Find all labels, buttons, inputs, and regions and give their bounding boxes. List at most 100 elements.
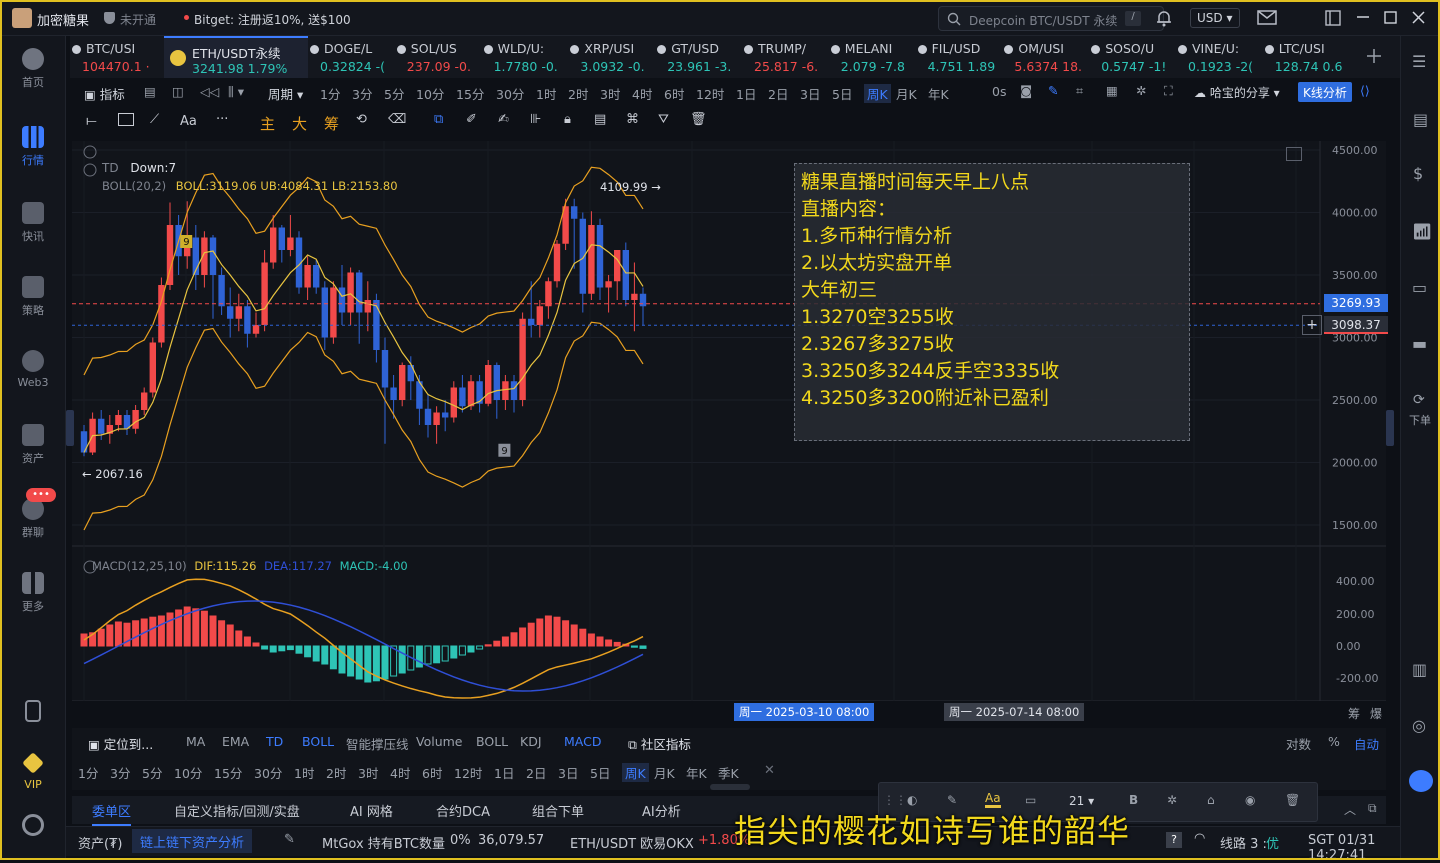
main-chart-button[interactable]: 主 [260,113,275,134]
onchain-analysis-link[interactable]: 链上链下资产分析 [132,829,253,853]
sidebar-item-news[interactable]: 快讯 [0,202,66,244]
indicator-item[interactable]: MA [186,734,205,749]
add-tab-icon[interactable] [1367,49,1381,63]
timeframe2-11[interactable]: 12时 [454,763,482,782]
edit-status-icon[interactable]: ✎ [284,832,295,847]
save-icon[interactable]: ▦ [1106,83,1118,98]
monitor-icon[interactable]: ▭ [1412,278,1427,297]
camera-icon[interactable]: ◙ [1020,83,1032,98]
ticker-tab[interactable]: FIL/USD 4.751 1.89 [916,36,1002,78]
ticker-tab[interactable]: LTC/USI 128.74 0.6 [1263,36,1349,78]
candle-body[interactable] [510,381,518,400]
layout-panel-icon[interactable]: ▥ [1412,660,1427,679]
crop-icon[interactable]: ⌗ [1076,83,1083,99]
trash-tool-icon[interactable]: 🗑︎ [690,112,707,127]
user-status[interactable]: 未开通 [120,11,156,28]
timeframe-6[interactable]: 1时 [536,84,556,103]
indicator-item[interactable]: EMA [222,734,249,749]
indicator-item[interactable]: KDJ [520,734,542,749]
candle-body[interactable] [588,225,595,294]
timeframe2-3[interactable]: 10分 [174,763,202,782]
delete-panel-icon[interactable]: 🗑︎ [1285,793,1300,807]
bottom-tab[interactable]: 合约DCA [436,801,490,820]
right-collapse-tab[interactable] [1386,410,1394,446]
timeframe2-15[interactable]: 5日 [590,763,610,782]
note-tool-icon[interactable]: ▤ [594,112,606,127]
candle-body[interactable] [227,306,234,319]
candle-body[interactable] [347,272,354,313]
bottom-tab[interactable]: 组合下单 [532,801,584,820]
candle-body[interactable] [605,281,612,288]
candle-body[interactable] [442,412,449,418]
chip-button[interactable]: 筹 [324,113,339,134]
candle-body[interactable] [287,237,294,251]
candle-body[interactable] [141,392,148,411]
document-icon[interactable]: ▤ [1413,110,1428,129]
more-tools-icon[interactable]: ··· [216,112,228,127]
timeframe-13[interactable]: 2日 [768,84,788,103]
timeframe-4[interactable]: 15分 [456,84,484,103]
close-icon[interactable] [1412,11,1425,24]
lock-panel-icon[interactable]: ⌂ [1207,793,1215,807]
bottom-tab[interactable]: AI 网格 [350,801,393,820]
minimize-icon[interactable] [1356,10,1370,24]
text-tool-button[interactable]: Aa [180,114,197,129]
timeframe-5[interactable]: 30分 [496,84,524,103]
candle-body[interactable] [553,243,561,282]
ticker-tab[interactable]: WLD/U: 1.7780 -0. [482,36,568,78]
ticker-tab[interactable]: SOL/US 237.09 -0. [395,36,481,78]
popout-panel-icon[interactable]: ⧉ [1368,801,1377,816]
timeframe-2[interactable]: 5分 [384,84,404,103]
candle-body[interactable] [459,387,466,407]
timeframe2-8[interactable]: 3时 [358,763,378,782]
promo-text[interactable]: Bitget: 注册返10%, 送$100 [194,11,351,28]
timeframe-15[interactable]: 5日 [832,84,852,103]
candle-body[interactable] [244,306,251,334]
indicator-item[interactable]: BOLL [302,734,334,749]
candle-body[interactable] [209,237,217,276]
timeframe-8[interactable]: 3时 [600,84,620,103]
filter-tool-icon[interactable]: ⛛ [658,112,669,127]
ticker-tab[interactable]: ETH/USDT永续 3241.98 1.79% [164,36,308,78]
signal-icon[interactable]: 📶︎ [1412,222,1432,241]
timeframe2-5[interactable]: 30分 [254,763,282,782]
pen-icon[interactable]: ✎ [1048,83,1058,98]
candle-body[interactable] [631,293,638,300]
bell-icon[interactable] [1155,9,1173,27]
timeframe-16[interactable]: 周K [864,84,891,103]
ticker-tab[interactable]: BTC/USI 104470.1 · [70,36,156,78]
ruler-tool-icon[interactable]: ⊪ [530,112,541,127]
candle-body[interactable] [596,225,604,288]
ticker-tab[interactable]: DOGE/L 0.32824 -( [308,36,394,78]
line-label[interactable]: 线路 3 : [1220,833,1267,852]
candle-body[interactable] [476,381,483,404]
indicator-item[interactable]: BOLL [476,734,508,749]
settings-panel-icon[interactable]: ✲ [1167,793,1177,807]
magnet-tool-icon[interactable]: ⌘ [626,112,639,127]
timeframe2-14[interactable]: 3日 [558,763,578,782]
user-avatar[interactable] [12,8,32,28]
collapse-handle[interactable] [710,784,750,790]
candle-body[interactable] [364,300,371,313]
bottom-tab[interactable]: 委单区 [92,801,132,826]
timeframe2-16[interactable]: 周K [622,763,649,782]
timeframe2-6[interactable]: 1时 [294,763,314,782]
candle-body[interactable] [639,293,647,307]
candle-body[interactable] [132,410,139,429]
liquidation-axis-button[interactable]: 爆 [1370,705,1382,722]
search-box[interactable]: Deepcoin BTC/USDT 永续 / [938,6,1164,31]
locate-button[interactable]: ▣ 定位到... [88,734,153,753]
assets-label[interactable]: 资产(₮) [78,833,122,852]
gear-icon[interactable]: ✲ [1136,83,1146,98]
candle-body[interactable] [261,262,268,326]
robot-icon[interactable] [1409,770,1433,792]
sidebar-item-device[interactable] [0,700,66,726]
timeframe2-19[interactable]: 季K [718,763,739,782]
erase-tool-icon[interactable]: ⌫ [388,112,406,127]
candle-body[interactable] [467,381,475,407]
zero-seconds[interactable]: 0s [992,84,1006,99]
candle-body[interactable] [433,412,440,426]
help-icon[interactable]: ? [1166,832,1182,848]
candle-body[interactable] [519,318,526,400]
rewind-icon[interactable]: ◁◁ [200,84,219,99]
